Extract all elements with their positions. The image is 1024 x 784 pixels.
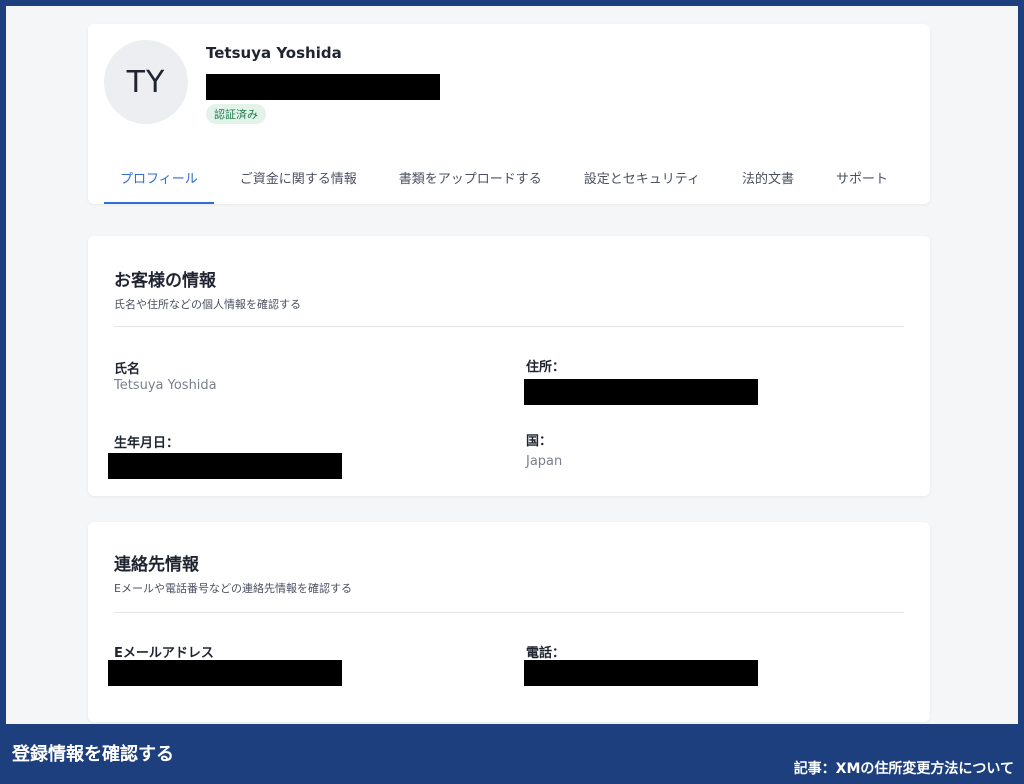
divider: [114, 612, 904, 613]
app-viewport: TY Tetsuya Yoshida 認証済み プロフィール ご資金に関する情報…: [6, 6, 1018, 724]
country-label: 国：: [526, 434, 553, 449]
profile-header-card: TY Tetsuya Yoshida 認証済み プロフィール ご資金に関する情報…: [88, 24, 930, 204]
verified-badge: 認証済み: [206, 104, 266, 124]
tab-label: 書類をアップロードする: [398, 171, 542, 187]
tab-label: 法的文書: [742, 171, 795, 187]
tab-funds[interactable]: ご資金に関する情報: [224, 150, 373, 204]
tab-label: 設定とセキュリティ: [583, 171, 701, 187]
customer-info-subtitle: 氏名や住所などの個人情報を確認する: [114, 298, 301, 311]
banner-title: 登録情報を確認する: [12, 744, 174, 765]
redacted-birthdate: [108, 453, 342, 479]
divider: [114, 326, 904, 327]
phone-label: 電話：: [526, 646, 566, 661]
country-value: Japan: [526, 454, 563, 469]
contact-info-card: 連絡先情報 Eメールや電話番号などの連絡先情報を確認する Eメールアドレス 電話…: [88, 522, 930, 722]
contact-info-title: 連絡先情報: [114, 555, 199, 575]
redacted-account-id: [206, 74, 440, 100]
redacted-email: [108, 660, 342, 686]
tab-settings-security[interactable]: 設定とセキュリティ: [568, 150, 716, 204]
avatar: TY: [104, 40, 188, 124]
redacted-phone: [524, 660, 758, 686]
contact-info-subtitle: Eメールや電話番号などの連絡先情報を確認する: [114, 582, 352, 595]
email-label: Eメールアドレス: [114, 646, 214, 661]
tab-profile[interactable]: プロフィール: [104, 150, 214, 204]
name-label: 氏名: [114, 362, 141, 377]
tab-label: サポート: [836, 171, 889, 187]
tab-upload-documents[interactable]: 書類をアップロードする: [383, 150, 558, 204]
tab-support[interactable]: サポート: [820, 150, 904, 204]
birthdate-label: 生年月日：: [114, 436, 180, 451]
banner-article-note: 記事：XMの住所変更方法について: [793, 761, 1014, 777]
tab-label: ご資金に関する情報: [239, 171, 357, 187]
redacted-address: [524, 379, 758, 405]
tab-label: プロフィール: [120, 171, 198, 187]
profile-tabs: プロフィール ご資金に関する情報 書類をアップロードする 設定とセキュリティ 法…: [104, 150, 904, 204]
name-value: Tetsuya Yoshida: [114, 378, 217, 393]
customer-info-card: お客様の情報 氏名や住所などの個人情報を確認する 氏名 Tetsuya Yosh…: [88, 236, 930, 496]
user-name: Tetsuya Yoshida: [206, 44, 342, 62]
customer-info-title: お客様の情報: [114, 271, 216, 291]
avatar-initials: TY: [126, 64, 166, 100]
address-label: 住所：: [526, 360, 566, 375]
tab-legal-documents[interactable]: 法的文書: [726, 150, 810, 204]
